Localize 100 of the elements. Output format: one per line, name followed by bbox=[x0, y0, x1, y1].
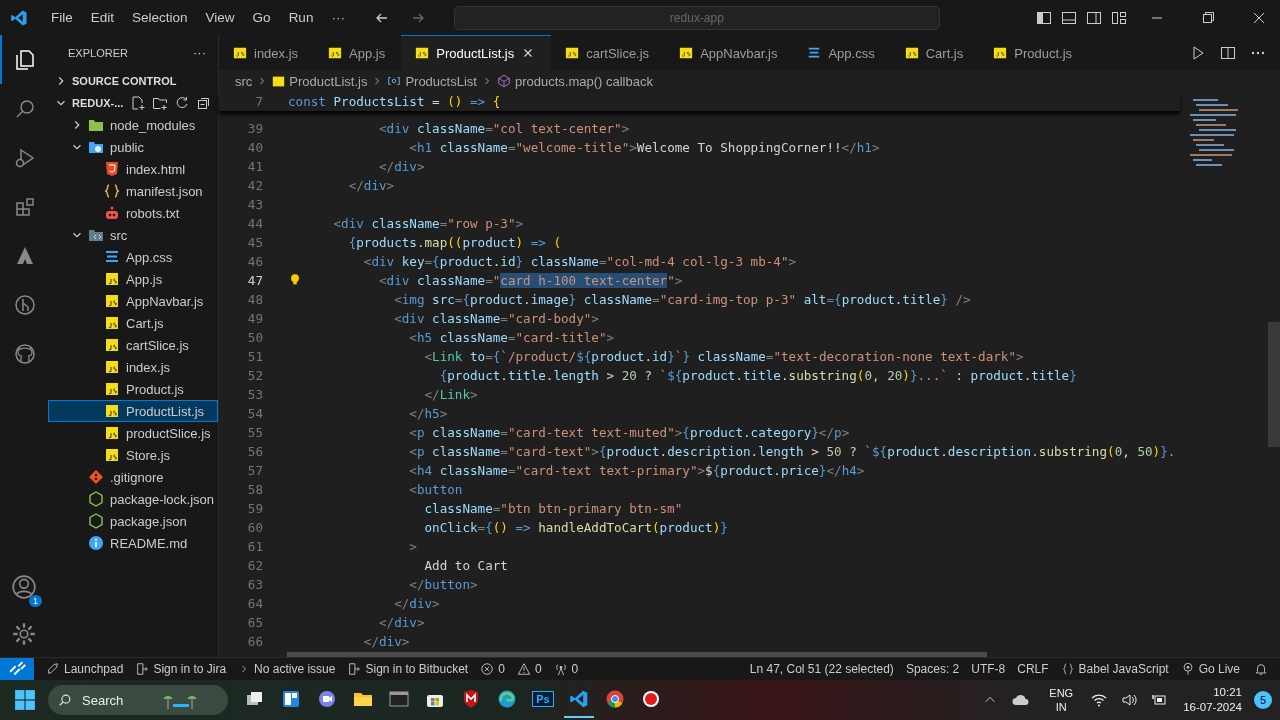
editor-tab[interactable]: AppNavbar.js bbox=[665, 35, 794, 70]
jira-status-item[interactable]: Sign in to Jira bbox=[129, 662, 233, 676]
code-line: <h4 className="card-text text-primary">${product.price}</h4> bbox=[408, 463, 865, 478]
file-tree-item[interactable]: src bbox=[48, 224, 218, 246]
clock[interactable]: 10:21 16-07-2024 bbox=[1183, 685, 1242, 715]
js-file-icon bbox=[272, 74, 286, 88]
editor-tab[interactable]: App.css bbox=[793, 35, 891, 70]
file-tree-item[interactable]: public bbox=[48, 136, 218, 158]
file-tree-item[interactable]: Product.js bbox=[48, 378, 218, 400]
search-input[interactable]: Search bbox=[80, 691, 154, 709]
file-tree-item[interactable]: App.css bbox=[48, 246, 218, 268]
editor-tab[interactable]: index.js bbox=[219, 35, 315, 70]
braces-file-icon bbox=[104, 183, 120, 199]
run-icon[interactable] bbox=[1190, 44, 1206, 61]
launchpad-status-item[interactable]: Launchpad bbox=[40, 662, 130, 676]
file-tree-item[interactable]: node_modules bbox=[48, 114, 218, 136]
editor-tab[interactable]: Product.js bbox=[979, 35, 1089, 70]
account-icon[interactable] bbox=[11, 574, 37, 600]
refresh-icon[interactable] bbox=[174, 95, 190, 111]
file-tree-item[interactable]: ProductList.js bbox=[48, 400, 218, 422]
menu-item[interactable]: View bbox=[196, 10, 244, 25]
language-indicator[interactable]: ENG IN bbox=[1049, 686, 1074, 714]
editor-tab[interactable]: Cart.js bbox=[890, 35, 980, 70]
line-number: 54 bbox=[246, 406, 263, 421]
wifi-icon[interactable] bbox=[1091, 692, 1108, 708]
code-line: </button> bbox=[408, 577, 478, 592]
menu-item[interactable]: Edit bbox=[81, 10, 124, 25]
file-tree-item[interactable]: cartSlice.js bbox=[48, 334, 218, 356]
code-line: </div> bbox=[362, 634, 410, 649]
file-tree-item[interactable]: productSlice.js bbox=[48, 422, 218, 444]
section-header[interactable]: SOURCE CONTROL bbox=[72, 75, 177, 87]
issue-status-item[interactable]: No active issue bbox=[232, 662, 342, 676]
file-tree-item[interactable]: Cart.js bbox=[48, 312, 218, 334]
taskbar-search-bar[interactable]: Search bbox=[48, 685, 228, 715]
horizontal-scrollbar[interactable] bbox=[287, 652, 987, 657]
errors-status-item[interactable]: 0 bbox=[474, 662, 511, 676]
menu-item[interactable]: Run bbox=[279, 10, 323, 25]
file-tree-item[interactable]: index.html bbox=[48, 158, 218, 180]
breadcrumb-item[interactable]: ProductList.js bbox=[272, 73, 368, 89]
remote-icon[interactable] bbox=[0, 658, 34, 680]
file-tree-item[interactable]: package-lock.json bbox=[48, 488, 218, 510]
braces-status-item[interactable]: Babel JavaScript bbox=[1054, 662, 1175, 676]
sign-in-icon bbox=[135, 662, 150, 676]
file-tree-item[interactable]: AppNavbar.js bbox=[48, 290, 218, 312]
volume-icon[interactable] bbox=[1121, 692, 1138, 708]
bitbucket-status-item[interactable]: Sign in to Bitbucket bbox=[341, 662, 475, 676]
sidebar-layout-icon[interactable] bbox=[1036, 9, 1052, 26]
notification-badge[interactable]: 5 bbox=[1254, 691, 1272, 709]
restore-icon[interactable] bbox=[1200, 9, 1216, 26]
file-tree-item[interactable]: README.md bbox=[48, 532, 218, 554]
breadcrumb-item[interactable]: products.map() callback bbox=[496, 73, 653, 89]
editor-tab[interactable]: cartSlice.js bbox=[551, 35, 666, 70]
file-tree-item[interactable]: Store.js bbox=[48, 444, 218, 466]
status-item[interactable]: CRLF bbox=[1011, 662, 1055, 676]
collapse-all-icon[interactable] bbox=[196, 95, 212, 111]
file-tree-item[interactable]: robots.txt bbox=[48, 202, 218, 224]
file-tree-item[interactable]: manifest.json bbox=[48, 180, 218, 202]
file-tree-item[interactable]: package.json bbox=[48, 510, 218, 532]
css-file-icon bbox=[104, 249, 120, 265]
vertical-scrollbar[interactable] bbox=[1268, 322, 1280, 447]
js-file-icon bbox=[328, 46, 343, 60]
new-file-icon[interactable] bbox=[130, 95, 146, 111]
menu-item[interactable]: File bbox=[42, 10, 82, 25]
windows-start-icon[interactable] bbox=[14, 689, 36, 711]
ports-status-item[interactable]: 0 bbox=[547, 662, 585, 676]
warnings-status-item[interactable]: 0 bbox=[510, 662, 548, 676]
editor-tab[interactable]: ProductList.js bbox=[401, 35, 552, 70]
file-tree-item[interactable]: .gitignore bbox=[48, 466, 218, 488]
breadcrumb-item[interactable]: src bbox=[235, 73, 253, 89]
warning-icon bbox=[516, 662, 531, 676]
new-folder-icon[interactable] bbox=[152, 95, 168, 111]
file-tree-item[interactable]: index.js bbox=[48, 356, 218, 378]
git-file-icon bbox=[88, 469, 104, 485]
section-header[interactable]: REDUX-... bbox=[72, 97, 124, 109]
golive-status-item[interactable]: Go Live bbox=[1174, 662, 1246, 676]
secondary-sidebar-icon[interactable] bbox=[1086, 9, 1102, 26]
menu-item[interactable]: Selection bbox=[123, 10, 197, 25]
editor-tab[interactable]: App.js bbox=[314, 35, 402, 70]
split-editor-icon[interactable] bbox=[1220, 44, 1236, 61]
code-folder-icon bbox=[88, 227, 104, 243]
status-item[interactable]: Ln 47, Col 51 (22 selected) bbox=[743, 662, 900, 676]
menu-item[interactable]: Go bbox=[243, 10, 280, 25]
menu-item[interactable]: ··· bbox=[322, 10, 354, 25]
settings-icon[interactable] bbox=[11, 621, 37, 647]
braces-icon bbox=[1060, 662, 1075, 676]
panel-layout-icon[interactable] bbox=[1061, 9, 1077, 26]
file-tree-item[interactable]: App.js bbox=[48, 268, 218, 290]
breadcrumb-item[interactable]: ProductsList bbox=[387, 73, 477, 89]
code-line: <h5 className="card-title"> bbox=[408, 330, 615, 345]
status-item[interactable]: UTF-8 bbox=[965, 662, 1012, 676]
globe-folder-icon bbox=[88, 139, 104, 155]
lightbulb-icon[interactable] bbox=[288, 273, 302, 287]
battery-icon[interactable] bbox=[1151, 692, 1168, 708]
more-actions[interactable]: ··· bbox=[193, 45, 206, 60]
customize-layout-icon[interactable] bbox=[1111, 9, 1127, 26]
line-number: 55 bbox=[246, 425, 263, 440]
line-number: 58 bbox=[246, 482, 263, 497]
code-line: </Link> bbox=[423, 387, 478, 402]
status-item[interactable]: Spaces: 2 bbox=[899, 662, 966, 676]
notifications-bell-icon[interactable] bbox=[1254, 662, 1268, 676]
